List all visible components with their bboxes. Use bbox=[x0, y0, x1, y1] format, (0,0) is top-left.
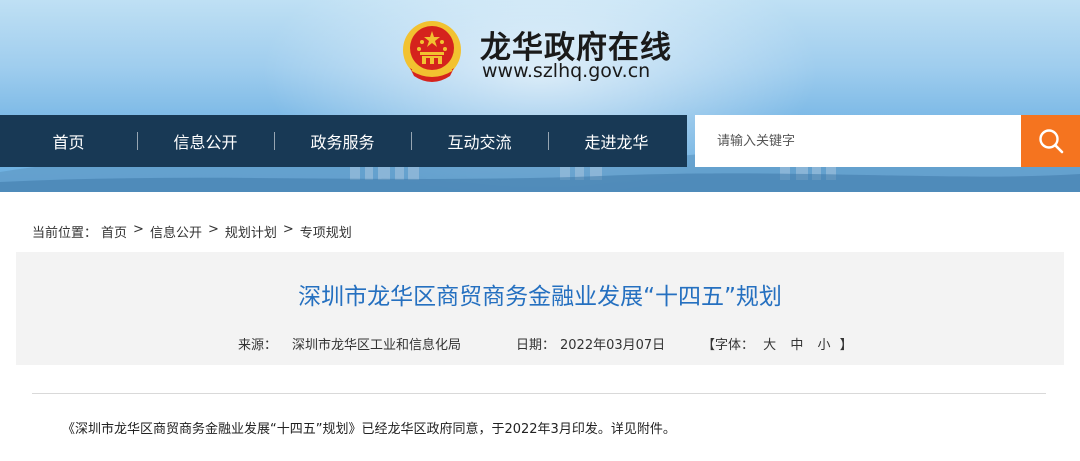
nav-item-government-services[interactable]: 政务服务 bbox=[274, 115, 411, 167]
date-value: 2022年03月07日 bbox=[560, 338, 666, 353]
font-size-large-button[interactable]: 大 bbox=[763, 338, 776, 353]
breadcrumb-prefix: 当前位置： bbox=[32, 226, 98, 241]
nav-item-about-longhua[interactable]: 走进龙华 bbox=[548, 115, 685, 167]
breadcrumb-separator: > bbox=[207, 222, 219, 237]
article-title: 深圳市龙华区商贸商务金融业发展“十四五”规划 bbox=[298, 284, 782, 310]
breadcrumb-home[interactable]: 首页 bbox=[101, 222, 127, 241]
breadcrumb-info-disclosure[interactable]: 信息公开 bbox=[150, 222, 202, 241]
font-size-small-button[interactable]: 小 bbox=[817, 338, 830, 353]
font-size-close: 】 bbox=[839, 338, 853, 353]
article-header: 深圳市龙华区商贸商务金融业发展“十四五”规划 来源： 深圳市龙华区工业和信息化局… bbox=[16, 252, 1064, 365]
breadcrumb-separator: > bbox=[133, 222, 144, 237]
breadcrumb-special-plans[interactable]: 专项规划 bbox=[300, 222, 352, 241]
search-input[interactable] bbox=[695, 115, 1022, 167]
source-value: 深圳市龙华区工业和信息化局 bbox=[292, 338, 462, 353]
date-label: 日期： bbox=[516, 338, 556, 353]
search-button[interactable] bbox=[1021, 115, 1080, 167]
font-size-control: 【字体： 大 中 小 】 bbox=[702, 334, 853, 353]
site-url: www.szlhq.gov.cn bbox=[482, 60, 651, 82]
main-nav: 首页 信息公开 政务服务 互动交流 走进龙华 bbox=[0, 115, 687, 167]
nav-item-info-disclosure[interactable]: 信息公开 bbox=[137, 115, 274, 167]
content-divider bbox=[32, 393, 1046, 394]
font-size-label: 【字体： bbox=[702, 338, 755, 353]
font-size-medium-button[interactable]: 中 bbox=[790, 338, 803, 353]
breadcrumb-separator: > bbox=[282, 222, 294, 237]
nav-item-home[interactable]: 首页 bbox=[0, 115, 137, 167]
source-label: 来源： bbox=[238, 338, 278, 353]
breadcrumb-plans[interactable]: 规划计划 bbox=[225, 222, 277, 241]
content-area: 当前位置： 首页 > 信息公开 > 规划计划 > 专项规划 深圳市龙华区商贸商务… bbox=[0, 192, 1080, 461]
nav-item-interaction[interactable]: 互动交流 bbox=[411, 115, 548, 167]
search-icon bbox=[1038, 129, 1063, 154]
national-emblem-icon bbox=[403, 21, 461, 82]
article-body: 《深圳市龙华区商贸商务金融业发展“十四五”规划》已经龙华区政府同意，于2022年… bbox=[62, 422, 676, 437]
breadcrumb: 当前位置： 首页 > 信息公开 > 规划计划 > 专项规划 bbox=[32, 222, 352, 241]
